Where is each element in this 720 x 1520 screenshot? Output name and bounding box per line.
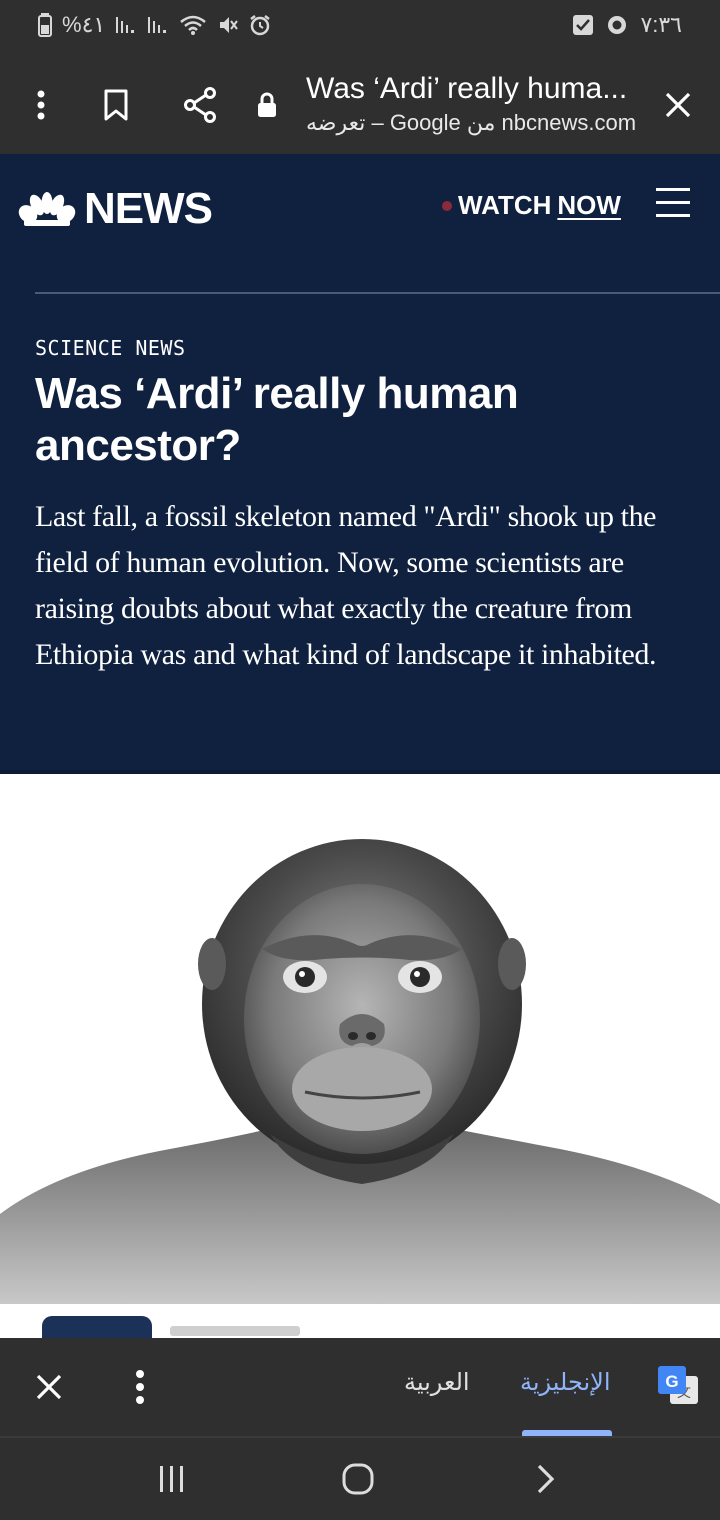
google-translate-icon: 文 G (656, 1364, 700, 1408)
hamburger-menu-icon[interactable] (656, 188, 696, 222)
ardi-illustration (0, 774, 720, 1304)
signal-icon-2 (148, 17, 167, 33)
watch-label: WATCH (458, 190, 552, 220)
svg-text:G: G (665, 1372, 678, 1391)
page-origin: nbcnews.com من Google – تعرضه (306, 110, 637, 135)
clock: ٧:٣٦ (640, 12, 682, 37)
status-bar-right: ٧:٣٦ (572, 12, 682, 38)
logo-text: NEWS (84, 184, 213, 233)
status-bar: %٤١ ٧:٣٦ (0, 0, 720, 56)
battery-icon (38, 13, 52, 37)
article-image-area (0, 770, 720, 1338)
section-kicker[interactable]: SCIENCE NEWS (35, 336, 186, 360)
recents-icon[interactable] (142, 1456, 202, 1502)
bookmark-icon[interactable] (93, 82, 139, 128)
lock-icon (245, 82, 289, 128)
now-label: NOW (557, 190, 621, 220)
close-icon[interactable] (655, 82, 701, 128)
more-vert-icon[interactable] (18, 82, 64, 128)
home-icon[interactable] (328, 1456, 388, 1502)
byline-peek (170, 1326, 300, 1336)
battery-percent: %٤١ (62, 12, 106, 37)
signal-icon (116, 17, 135, 33)
translate-bar: العربية الإنجليزية 文 G (0, 1338, 720, 1436)
translate-target-tab[interactable]: العربية (404, 1368, 470, 1396)
article-header: NEWS WATCH NOW SCIENCE NEWS Was ‘Ardi’ r… (0, 154, 720, 770)
browser-toolbar: Was ‘Ardi’ really huma... nbcnews.com من… (0, 56, 720, 154)
header-divider (35, 292, 720, 294)
wifi-icon (180, 15, 207, 35)
translate-source-tab[interactable]: الإنجليزية (520, 1368, 611, 1396)
translate-close-icon[interactable] (28, 1366, 70, 1408)
article-headline: Was ‘Ardi’ really human ancestor? (35, 369, 519, 470)
page-title: Was ‘Ardi’ really huma... (306, 72, 628, 105)
video-thumbnail-peek[interactable] (42, 1316, 152, 1338)
back-icon[interactable] (516, 1456, 576, 1502)
watch-now-link[interactable]: WATCH NOW (442, 190, 621, 221)
sync-notification-icon (608, 16, 627, 34)
checkbox-notification-icon (573, 15, 594, 35)
nbc-news-logo[interactable]: NEWS (18, 184, 213, 234)
peacock-icon (18, 192, 76, 226)
share-icon[interactable] (177, 82, 223, 128)
mute-icon (220, 17, 239, 33)
system-navbar (0, 1438, 720, 1520)
alarm-icon (250, 15, 270, 36)
status-bar-left: %٤١ (38, 12, 271, 38)
article-dek: Last fall, a fossil skeleton named "Ardi… (35, 500, 657, 671)
live-dot-icon (442, 200, 452, 211)
translate-more-icon[interactable] (124, 1366, 156, 1408)
